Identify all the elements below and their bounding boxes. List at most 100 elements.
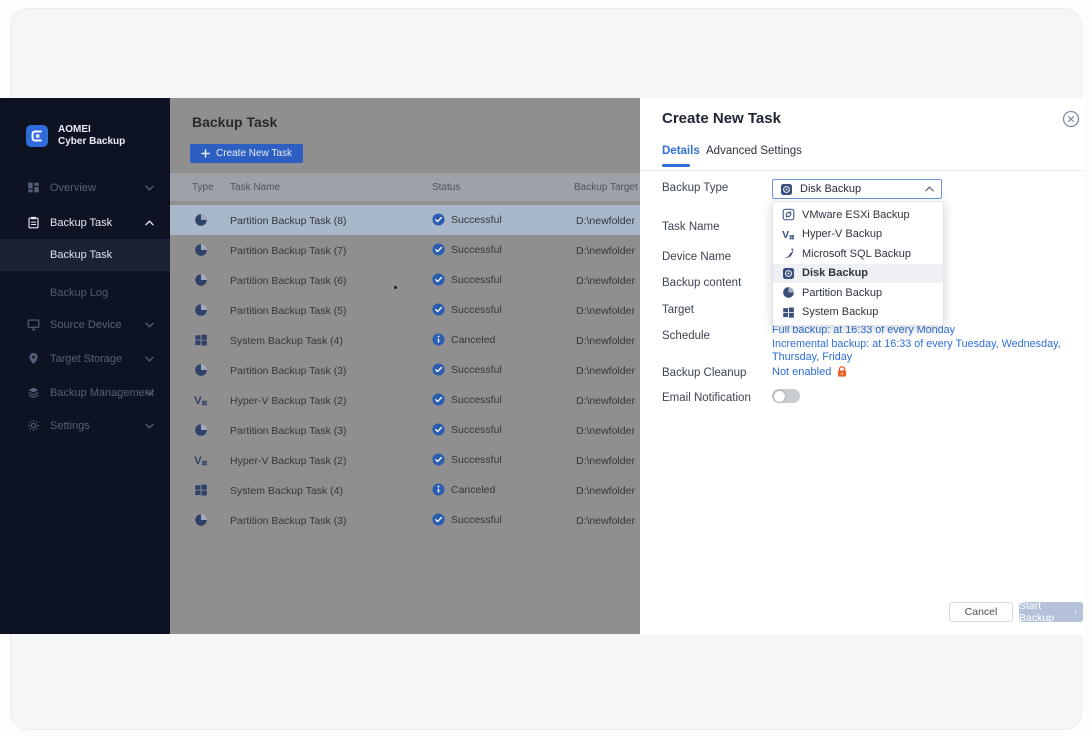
chevron-up-icon xyxy=(145,220,154,226)
status-cell: Successful xyxy=(432,363,502,376)
success-icon xyxy=(432,213,445,226)
label-email-notification: Email Notification xyxy=(662,392,751,404)
backup-type-select[interactable]: Disk Backup xyxy=(772,179,942,199)
table-row[interactable]: Partition Backup Task (6) Successful D:\ne… xyxy=(170,265,640,295)
table-row[interactable]: VHyper-V Backup Task (2)SuccessfulD:\new… xyxy=(170,385,640,415)
success-icon xyxy=(432,393,445,406)
task-name-cell: Partition Backup Task (3) xyxy=(230,425,347,437)
svg-text:V: V xyxy=(194,395,202,407)
success-icon xyxy=(432,453,445,466)
table-row[interactable]: VHyper-V Backup Task (2)SuccessfulD:\new… xyxy=(170,445,640,475)
sidebar-item-label: Backup Management xyxy=(50,387,154,399)
backup-target-cell: D:\newfolder xyxy=(576,365,635,377)
dropdown-option-system-backup[interactable]: System Backup xyxy=(773,303,943,323)
active-tab-underline xyxy=(662,164,690,167)
table-row[interactable]: Partition Backup Task (3)SuccessfulD:\ne… xyxy=(170,415,640,445)
dropdown-option-microsoft-sql-backup[interactable]: Microsoft SQL Backup xyxy=(773,244,943,264)
sidebar-subitem-label: Backup Log xyxy=(50,287,108,299)
close-icon[interactable] xyxy=(1062,110,1080,128)
brand-line2: Cyber Backup xyxy=(58,136,125,147)
sidebar-item-settings[interactable]: Settings xyxy=(0,412,170,440)
status-cell: Canceled xyxy=(432,333,495,346)
backup-target-cell: D:\newfolder xyxy=(576,455,635,467)
status-label: Successful xyxy=(451,214,502,226)
tabs-divider xyxy=(640,170,1084,171)
table-row[interactable]: System Backup Task (4)CanceledD:\newfold… xyxy=(170,475,640,505)
sidebar-item-overview[interactable]: Overview xyxy=(0,174,170,202)
label-backup-cleanup: Backup Cleanup xyxy=(662,367,746,379)
sidebar-subitem-backup-log[interactable]: Backup Log xyxy=(0,277,170,309)
dropdown-option-partition-backup[interactable]: Partition Backup xyxy=(773,283,943,303)
label-backup-type: Backup Type xyxy=(662,182,728,194)
success-icon xyxy=(432,273,445,286)
status-cell: Successful xyxy=(432,303,502,316)
backup-target-cell: D:\newfolder xyxy=(576,245,635,257)
task-name-cell: System Backup Task (4) xyxy=(230,335,343,347)
tab-details[interactable]: Details xyxy=(662,145,700,157)
pie-icon xyxy=(782,286,795,299)
sidebar-subitem-backup-task[interactable]: Backup Task xyxy=(0,239,170,271)
backup-target-cell: D:\newfolder xyxy=(576,305,635,317)
aomei-logo-icon xyxy=(26,125,48,147)
status-cell: Successful xyxy=(432,213,502,226)
page-title: Backup Task xyxy=(192,114,277,130)
status-label: Canceled xyxy=(451,334,495,346)
backup-target-cell: D:\newfolder xyxy=(576,215,635,227)
sidebar-item-source-device[interactable]: Source Device xyxy=(0,311,170,339)
table-row[interactable]: Partition Backup Task (3)SuccessfulD:\ne… xyxy=(170,505,640,535)
dropdown-option-vmware-esxi-backup[interactable]: VMware ESXi Backup xyxy=(773,205,943,225)
success-icon xyxy=(432,303,445,316)
table-row[interactable]: Partition Backup Task (8)SuccessfulD:\ne… xyxy=(170,205,640,235)
not-enabled-link[interactable]: Not enabled xyxy=(772,366,831,378)
pin-icon xyxy=(27,352,40,365)
status-cell: Successful xyxy=(432,273,502,286)
sidebar: AOMEI Cyber Backup Overview Backup Task Ba… xyxy=(0,98,170,634)
chevron-down-icon xyxy=(1075,610,1083,615)
disk-backup-icon xyxy=(780,183,793,196)
partition-type-icon xyxy=(194,363,208,377)
status-cell: Canceled xyxy=(432,483,495,496)
table-row[interactable]: Partition Backup Task (3)SuccessfulD:\ne… xyxy=(170,355,640,385)
task-name-cell: Hyper-V Backup Task (2) xyxy=(230,455,347,467)
sidebar-item-label: Target Storage xyxy=(50,353,122,365)
dashboard-icon xyxy=(27,181,40,194)
chevron-down-icon xyxy=(145,185,154,191)
partition-type-icon xyxy=(194,423,208,437)
sidebar-item-backup-task[interactable]: Backup Task xyxy=(0,209,170,237)
schedule-line-full: Full backup: at 16:33 of every Monday xyxy=(772,324,1084,338)
status-cell: Successful xyxy=(432,243,502,256)
sidebar-item-target-storage[interactable]: Target Storage xyxy=(0,345,170,373)
table-row[interactable]: Partition Backup Task (7)SuccessfulD:\ne… xyxy=(170,235,640,265)
success-icon xyxy=(432,363,445,376)
backup-target-cell: D:\newfolder xyxy=(576,275,635,287)
create-new-task-button[interactable]: Create New Task xyxy=(190,144,303,163)
table-row[interactable]: System Backup Task (4)CanceledD:\newfold… xyxy=(170,325,640,355)
dropdown-option-label: Hyper-V Backup xyxy=(802,228,882,240)
sidebar-item-backup-management[interactable]: Backup Management xyxy=(0,379,170,407)
status-label: Successful xyxy=(451,364,502,376)
dropdown-option-label: Disk Backup xyxy=(802,267,868,279)
cancel-button[interactable]: Cancel xyxy=(949,602,1013,622)
dropdown-option-label: Microsoft SQL Backup xyxy=(802,248,911,260)
tab-advanced-settings[interactable]: Advanced Settings xyxy=(706,145,802,157)
chevron-down-icon xyxy=(145,390,154,396)
email-notification-toggle[interactable] xyxy=(772,389,800,403)
status-label: Successful xyxy=(451,394,502,406)
success-icon xyxy=(432,243,445,256)
start-backup-button[interactable]: Start Backup xyxy=(1019,602,1083,622)
system-type-icon xyxy=(194,333,208,347)
brand-logo: AOMEI Cyber Backup xyxy=(26,124,125,148)
chevron-down-icon xyxy=(145,356,154,362)
dropdown-option-hyper-v-backup[interactable]: V Hyper-V Backup xyxy=(773,225,943,245)
table-row[interactable]: Partition Backup Task (5)SuccessfulD:\ne… xyxy=(170,295,640,325)
sidebar-subitem-label: Backup Task xyxy=(50,249,112,261)
task-name-cell: Partition Backup Task (6) xyxy=(230,275,347,287)
windows-icon xyxy=(782,306,795,319)
hyperv-icon: V xyxy=(782,228,795,241)
backup-target-cell: D:\newfolder xyxy=(576,485,635,497)
status-cell: Successful xyxy=(432,453,502,466)
dropdown-option-disk-backup[interactable]: Disk Backup xyxy=(773,264,943,284)
stray-dot xyxy=(394,286,397,289)
disk-icon xyxy=(782,267,795,280)
backup-cleanup-value[interactable]: Not enabled xyxy=(772,365,848,378)
